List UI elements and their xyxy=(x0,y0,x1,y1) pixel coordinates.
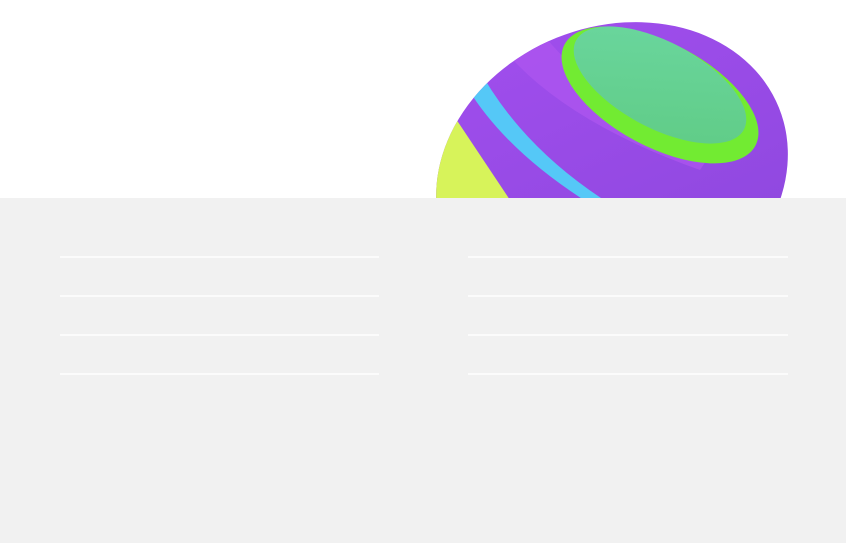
hero-banner xyxy=(0,0,846,198)
placeholder-line xyxy=(60,373,379,375)
right-placeholder-lines xyxy=(468,256,788,412)
striped-egg-icon xyxy=(400,0,835,198)
placeholder-line xyxy=(468,334,788,336)
placeholder-line xyxy=(60,256,379,258)
placeholder-line xyxy=(60,295,379,297)
content-panel xyxy=(0,198,846,543)
placeholder-line xyxy=(60,334,379,336)
placeholder-line xyxy=(468,373,788,375)
page xyxy=(0,0,846,543)
placeholder-line xyxy=(468,256,788,258)
left-placeholder-lines xyxy=(60,256,379,412)
placeholder-line xyxy=(468,295,788,297)
